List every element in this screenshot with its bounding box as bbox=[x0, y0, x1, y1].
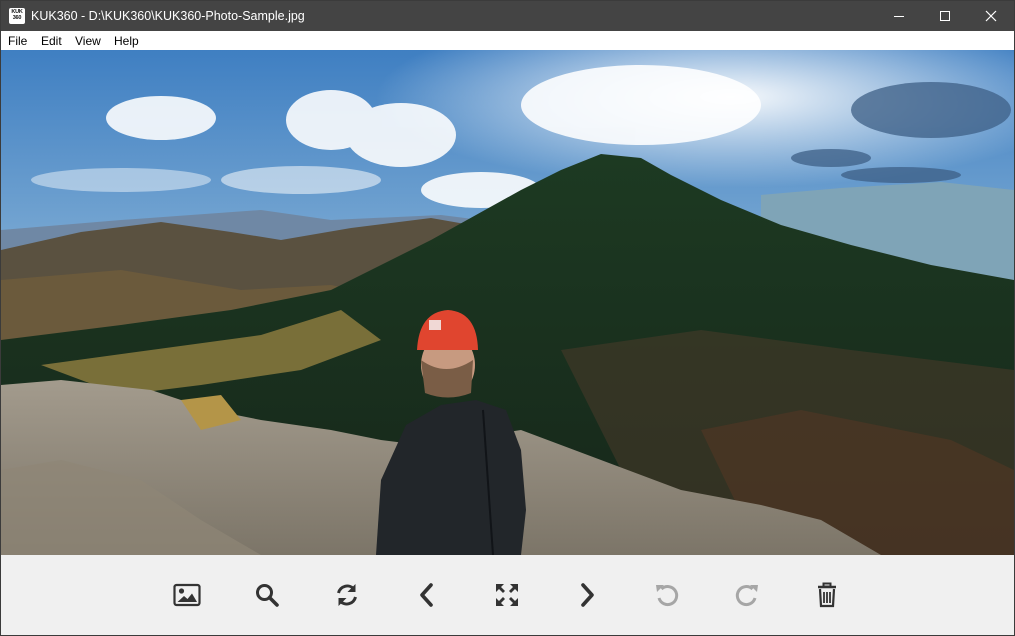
menu-bar: File Edit View Help bbox=[1, 31, 1014, 50]
zoom-button[interactable] bbox=[247, 570, 287, 620]
minimize-icon bbox=[894, 16, 904, 17]
refresh-icon bbox=[337, 584, 357, 606]
next-button[interactable] bbox=[567, 570, 607, 620]
menu-view[interactable]: View bbox=[73, 31, 103, 50]
close-icon bbox=[985, 10, 997, 22]
app-window: KUK 360 KUK360 - D:\KUK360\KUK360-Photo-S… bbox=[0, 0, 1015, 636]
menu-edit[interactable]: Edit bbox=[39, 31, 64, 50]
previous-button[interactable] bbox=[407, 570, 447, 620]
title-bar[interactable]: KUK 360 KUK360 - D:\KUK360\KUK360-Photo-S… bbox=[1, 1, 1014, 31]
search-icon bbox=[256, 584, 279, 607]
refresh-button[interactable] bbox=[327, 570, 367, 620]
menu-help[interactable]: Help bbox=[112, 31, 141, 50]
rotate-left-button[interactable] bbox=[647, 570, 687, 620]
fullscreen-icon bbox=[496, 584, 518, 606]
viewer-toolbar bbox=[1, 555, 1014, 635]
window-title: KUK360 - D:\KUK360\KUK360-Photo-Sample.j… bbox=[31, 9, 305, 23]
open-image-button[interactable] bbox=[167, 570, 207, 620]
trash-icon bbox=[818, 582, 836, 608]
image-icon bbox=[173, 583, 201, 607]
menu-file[interactable]: File bbox=[6, 31, 29, 50]
minimize-button[interactable] bbox=[876, 1, 922, 31]
close-button[interactable] bbox=[968, 1, 1014, 31]
rotate-right-button[interactable] bbox=[727, 570, 767, 620]
rotate-left-icon bbox=[656, 585, 679, 607]
next-icon bbox=[581, 583, 594, 607]
delete-button[interactable] bbox=[807, 570, 847, 620]
rotate-right-icon bbox=[735, 585, 758, 607]
panorama-photo[interactable] bbox=[1, 50, 1014, 555]
previous-icon bbox=[420, 583, 433, 607]
maximize-icon bbox=[940, 11, 950, 21]
maximize-button[interactable] bbox=[922, 1, 968, 31]
image-viewport[interactable] bbox=[1, 50, 1014, 555]
app-logo-icon: KUK 360 bbox=[9, 8, 25, 24]
fullscreen-button[interactable] bbox=[487, 570, 527, 620]
